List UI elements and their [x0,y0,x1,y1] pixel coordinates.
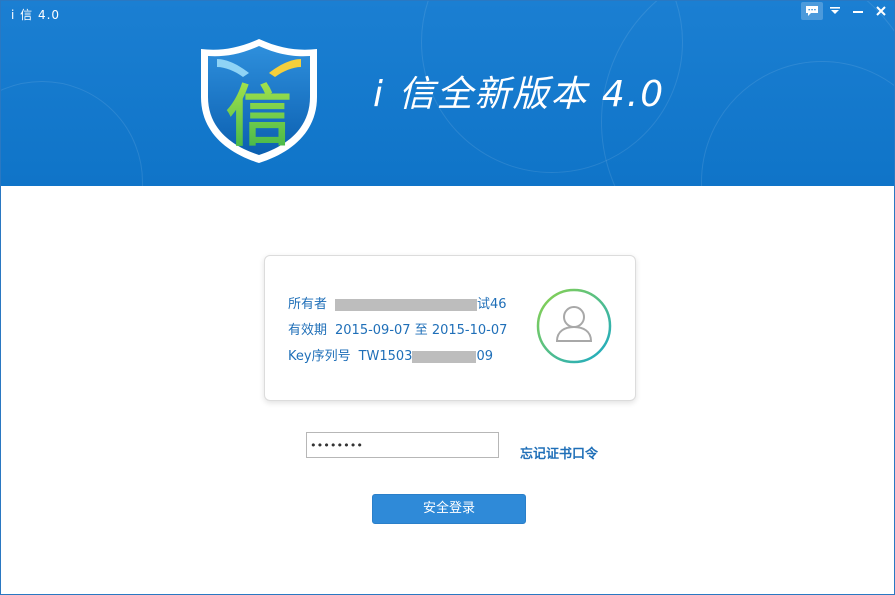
close-icon[interactable] [870,2,892,20]
user-avatar-icon [535,287,613,365]
message-icon[interactable] [801,2,823,20]
certificate-password-input[interactable] [306,432,499,458]
serial-label: Key序列号 [288,349,351,364]
banner-decoration [1,81,143,186]
serial-prefix: TW1503 [358,349,413,364]
serial-suffix: 09 [476,349,494,364]
app-window: i 信 4.0 信 i 信全新版本 4.0 所有者 试46 有效期 2015-0… [0,0,895,595]
certificate-card: 所有者 试46 有效期 2015-09-07 至 2015-10-07 Key序列号… [264,255,636,401]
minimize-icon[interactable] [847,2,869,20]
forgot-password-link[interactable]: 忘记证书口令 [520,443,598,462]
redacted-owner [335,298,478,311]
owner-row: 所有者 试46 [288,292,507,318]
owner-value: 试46 [477,297,507,312]
headline: i 信全新版本 4.0 [373,74,666,115]
validity-label: 有效期 [288,323,328,338]
header-banner: i 信 4.0 信 i 信全新版本 4.0 [1,1,894,186]
app-logo-shield: 信 [197,37,321,165]
redacted-serial [412,350,477,363]
dropdown-menu-icon[interactable] [824,2,846,20]
serial-row: Key序列号 TW1503 09 [288,344,507,370]
logo-character: 信 [226,78,292,155]
window-controls [801,2,892,20]
window-title: i 信 4.0 [11,8,61,22]
owner-label: 所有者 [288,297,328,312]
certificate-info: 所有者 试46 有效期 2015-09-07 至 2015-10-07 Key序列号… [288,292,507,370]
validity-value: 2015-09-07 至 2015-10-07 [335,323,508,338]
secure-login-button[interactable]: 安全登录 [372,494,526,524]
validity-row: 有效期 2015-09-07 至 2015-10-07 [288,318,507,344]
